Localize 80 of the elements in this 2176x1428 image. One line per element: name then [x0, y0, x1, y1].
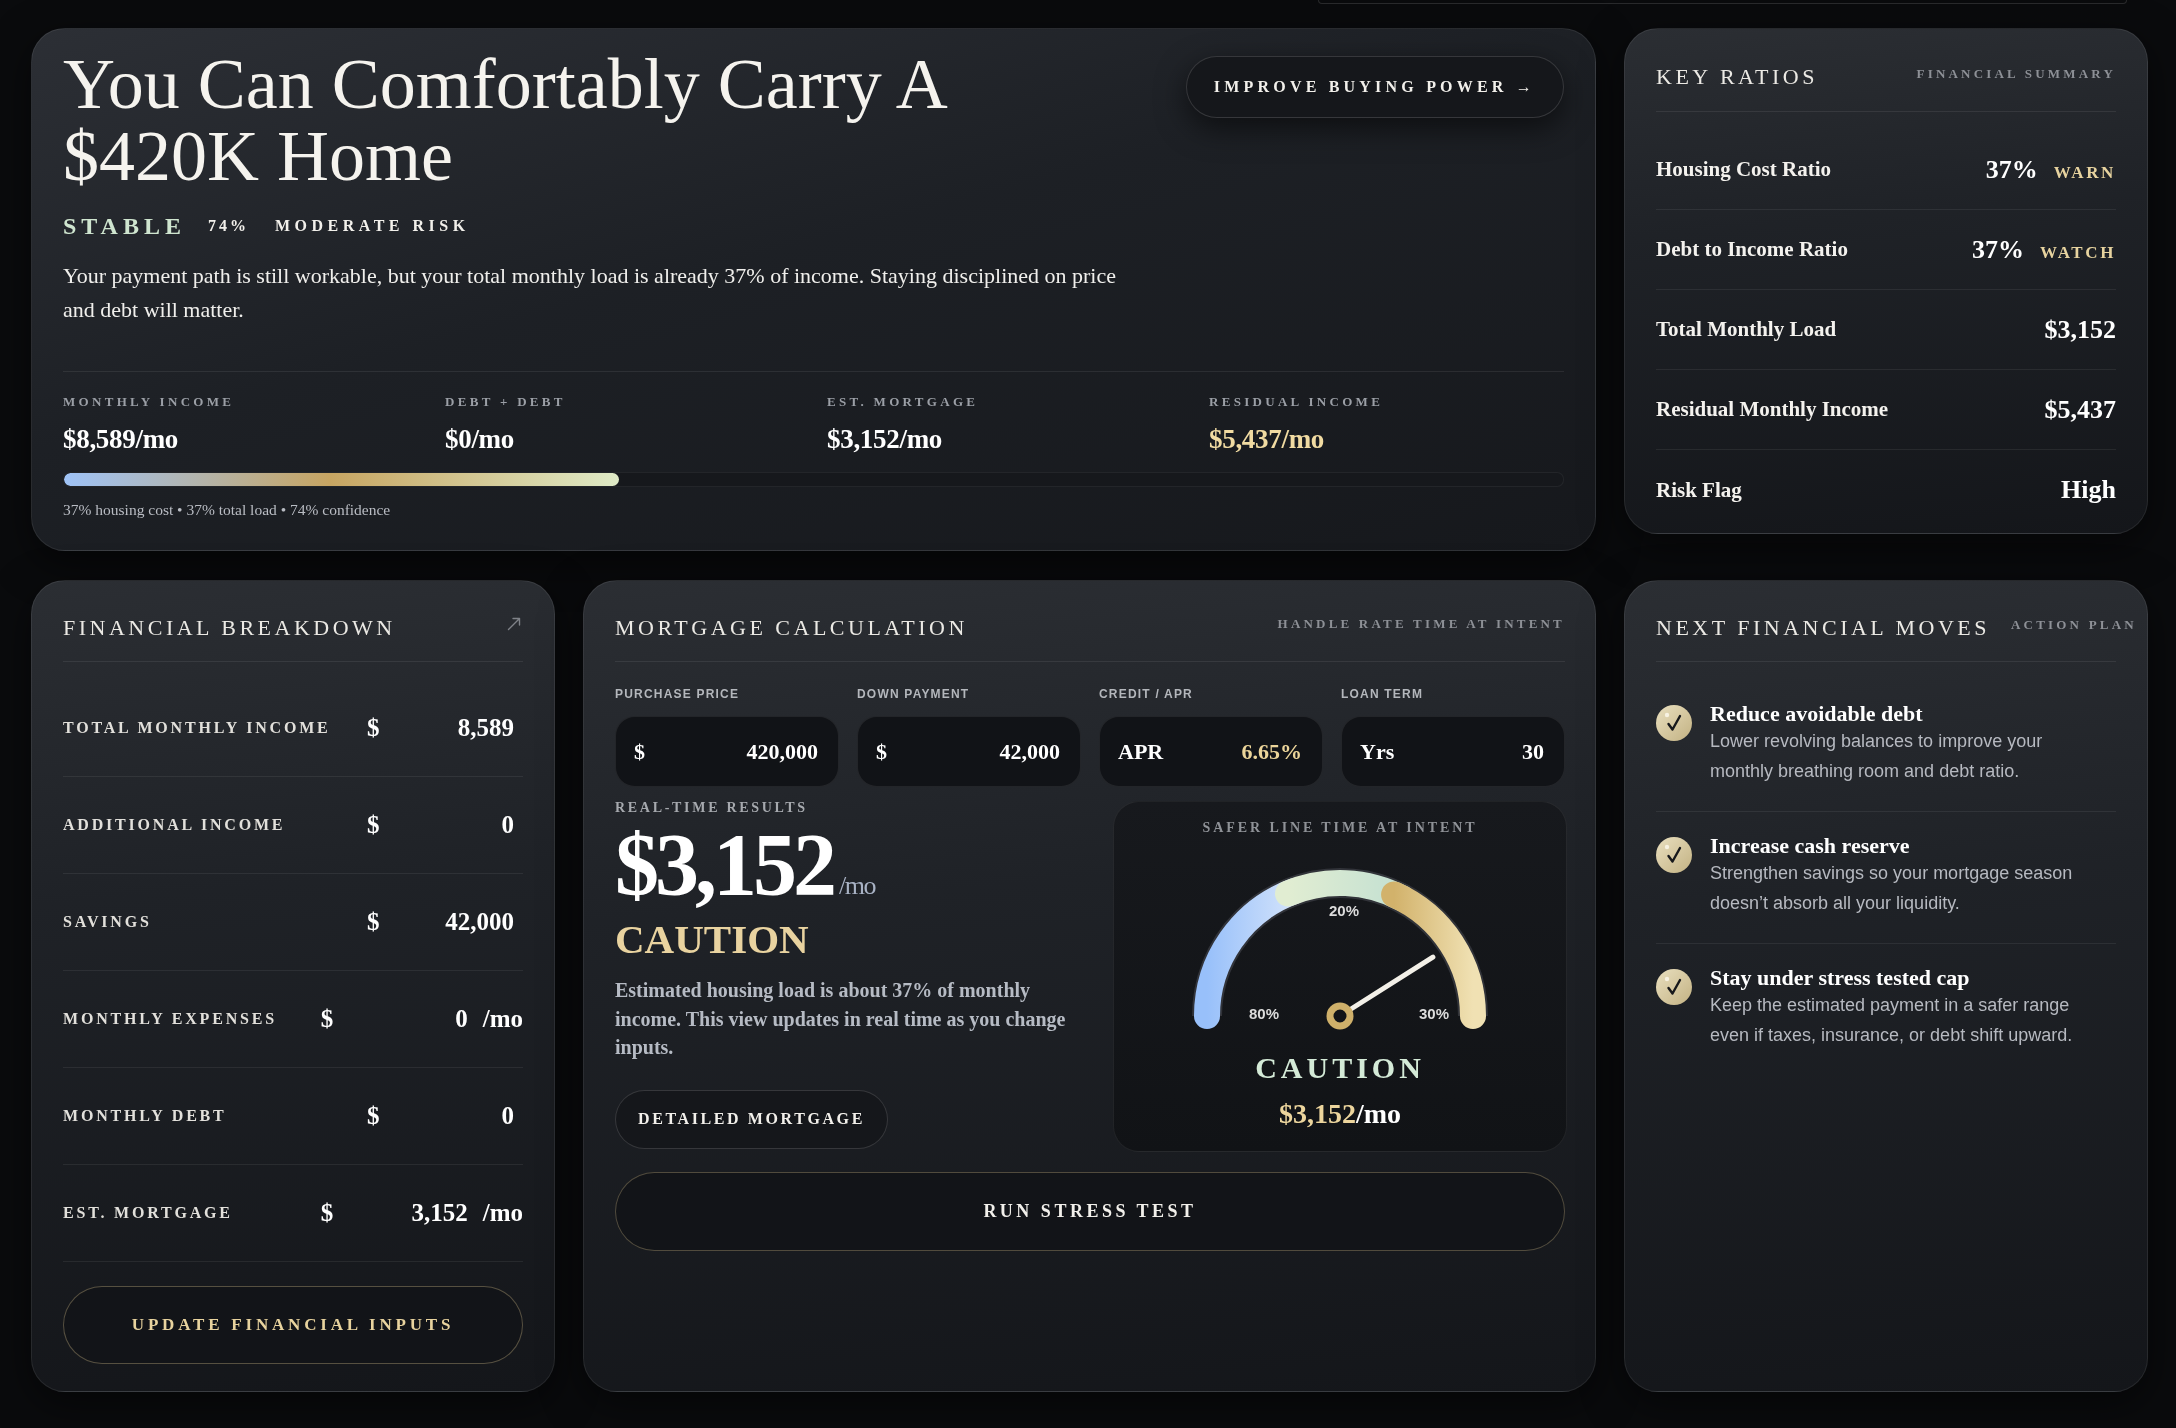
card-title: KEY RATIOS — [1656, 64, 1818, 90]
move-title: Stay under stress tested cap — [1710, 965, 1970, 991]
move-title: Increase cash reserve — [1710, 833, 1910, 859]
section-label: REAL-TIME RESULTS — [615, 801, 808, 815]
gauge-title: SAFER LINE TIME AT INTENT — [1202, 819, 1478, 837]
confidence-value: 74% — [207, 217, 249, 235]
gauge-label: 20% — [1329, 901, 1359, 919]
ratio-label: Total Monthly Load — [1656, 317, 1837, 342]
payment-unit: /mo — [839, 871, 875, 901]
stat-value: $3,152/mo — [827, 425, 943, 453]
ratio-value: 37% — [1972, 234, 2024, 265]
gauge-status: CAUTION — [1255, 1050, 1425, 1086]
result-note: Estimated housing load is about 37% of monthly income. This view updates in real time as you change inputs. — [615, 978, 1067, 1061]
amount-input[interactable]: $ 0 — [367, 811, 523, 839]
amount-input[interactable]: $ 3,152 — [320, 1199, 477, 1227]
stat-value: $8,589/mo — [63, 425, 179, 453]
ratio-label: Housing Cost Ratio — [1656, 157, 1832, 182]
check-icon — [1656, 969, 1692, 1005]
card-subtitle: HANDLE RATE TIME AT INTENT — [1277, 616, 1565, 632]
ratio-label: Risk Flag — [1656, 477, 1742, 503]
amount-input[interactable]: $ 8,589 — [367, 714, 523, 742]
check-icon — [1656, 705, 1692, 741]
amount-input[interactable]: $ 42,000 — [367, 908, 523, 936]
run-stress-test-button[interactable]: RUN STRESS TEST — [615, 1172, 1565, 1251]
stat-value: $0/mo — [445, 425, 514, 453]
ratio-status-label: WARN — [2053, 162, 2116, 183]
input-label: DOWN PAYMENT — [857, 687, 970, 701]
field-label: MONTHLY EXPENSES — [63, 1010, 278, 1028]
stat-value: $5,437/mo — [1209, 425, 1325, 453]
status-label: CAUTION — [615, 915, 809, 963]
move-description: Keep the estimated payment in a safer range even if taxes, insurance, or debt shift upward. — [1710, 994, 2074, 1047]
move-description: Strengthen savings so your mortgage season doesn’t absorb all your liquidity. — [1710, 862, 2074, 915]
field-label: ADDITIONAL INCOME — [63, 816, 287, 834]
ratio-value: High — [2061, 475, 2116, 505]
improve-buying-power-button[interactable]: IMPROVE BUYING POWER → — [1185, 56, 1564, 118]
progress-caption: 37% housing cost • 37% total load • 74% confidence — [63, 501, 392, 519]
stat-label: DEBT + DEBT — [445, 394, 566, 410]
stat-label: RESIDUAL INCOME — [1209, 394, 1384, 410]
ratio-value: $3,152 — [2044, 314, 2116, 345]
ratio-value: 37% — [1985, 154, 2038, 185]
status-label: STABLE — [63, 212, 186, 240]
input-label: CREDIT / APR — [1099, 687, 1193, 701]
diagonal-arrow-icon[interactable] — [507, 617, 521, 631]
ratio-label: Debt to Income Ratio — [1656, 237, 1848, 262]
input-field[interactable]: $ 42,000 — [857, 716, 1081, 787]
card-title: NEXT FINANCIAL MOVES — [1656, 615, 1990, 641]
card-title: FINANCIAL BREAKDOWN — [63, 615, 396, 641]
move-description: Lower revolving balances to improve your monthly breathing room and debt ratio. — [1710, 730, 2044, 783]
unit-label: /mo — [482, 1005, 523, 1033]
update-inputs-button[interactable]: UPDATE FINANCIAL INPUTS — [63, 1286, 523, 1364]
field-label: MONTHLY DEBT — [63, 1107, 228, 1125]
ratio-value: $5,437 — [2044, 394, 2116, 425]
card-title: MORTGAGE CALCULATION — [615, 615, 968, 641]
detailed-mortgage-button[interactable]: DETAILED MORTGAGE — [615, 1089, 888, 1149]
gauge-label: 80% — [1249, 1004, 1279, 1022]
gauge-label: 30% — [1419, 1004, 1449, 1022]
gauge-payment: $3,152/mo — [1278, 1098, 1402, 1130]
amount-input[interactable]: $ 0 — [320, 1005, 477, 1033]
check-icon — [1656, 837, 1692, 873]
field-label: EST. MORTGAGE — [63, 1204, 234, 1222]
field-label: TOTAL MONTHLY INCOME — [63, 719, 332, 737]
input-field[interactable]: APR 6.65% — [1099, 716, 1323, 787]
card-subtitle: FINANCIAL SUMMARY — [1916, 66, 2116, 82]
stat-label: MONTHLY INCOME — [63, 394, 235, 410]
card-subtitle: ACTION PLAN — [2011, 617, 2137, 633]
input-label: LOAN TERM — [1341, 687, 1424, 701]
field-label: SAVINGS — [63, 913, 153, 931]
stat-label: EST. MORTGAGE — [827, 394, 979, 410]
headline: You Can Comfortably Carry A $420K Home — [63, 48, 946, 192]
payment-amount: $3,152 — [615, 821, 833, 909]
amount-input[interactable]: $ 0 — [367, 1102, 523, 1130]
input-label: PURCHASE PRICE — [615, 687, 740, 701]
input-field[interactable]: $ 420,000 — [615, 716, 839, 787]
ratio-status-label: WATCH — [2040, 242, 2116, 263]
risk-label: MODERATE RISK — [274, 217, 470, 235]
summary-text: Your payment path is still workable, but your total monthly load is already 37% of income. Staying disciplined on price and debt will matter. — [63, 262, 1117, 324]
input-field[interactable]: Yrs 30 — [1341, 716, 1565, 787]
ratio-label: Residual Monthly Income — [1656, 397, 1889, 422]
move-title: Reduce avoidable debt — [1710, 701, 1923, 727]
unit-label: /mo — [482, 1199, 523, 1227]
